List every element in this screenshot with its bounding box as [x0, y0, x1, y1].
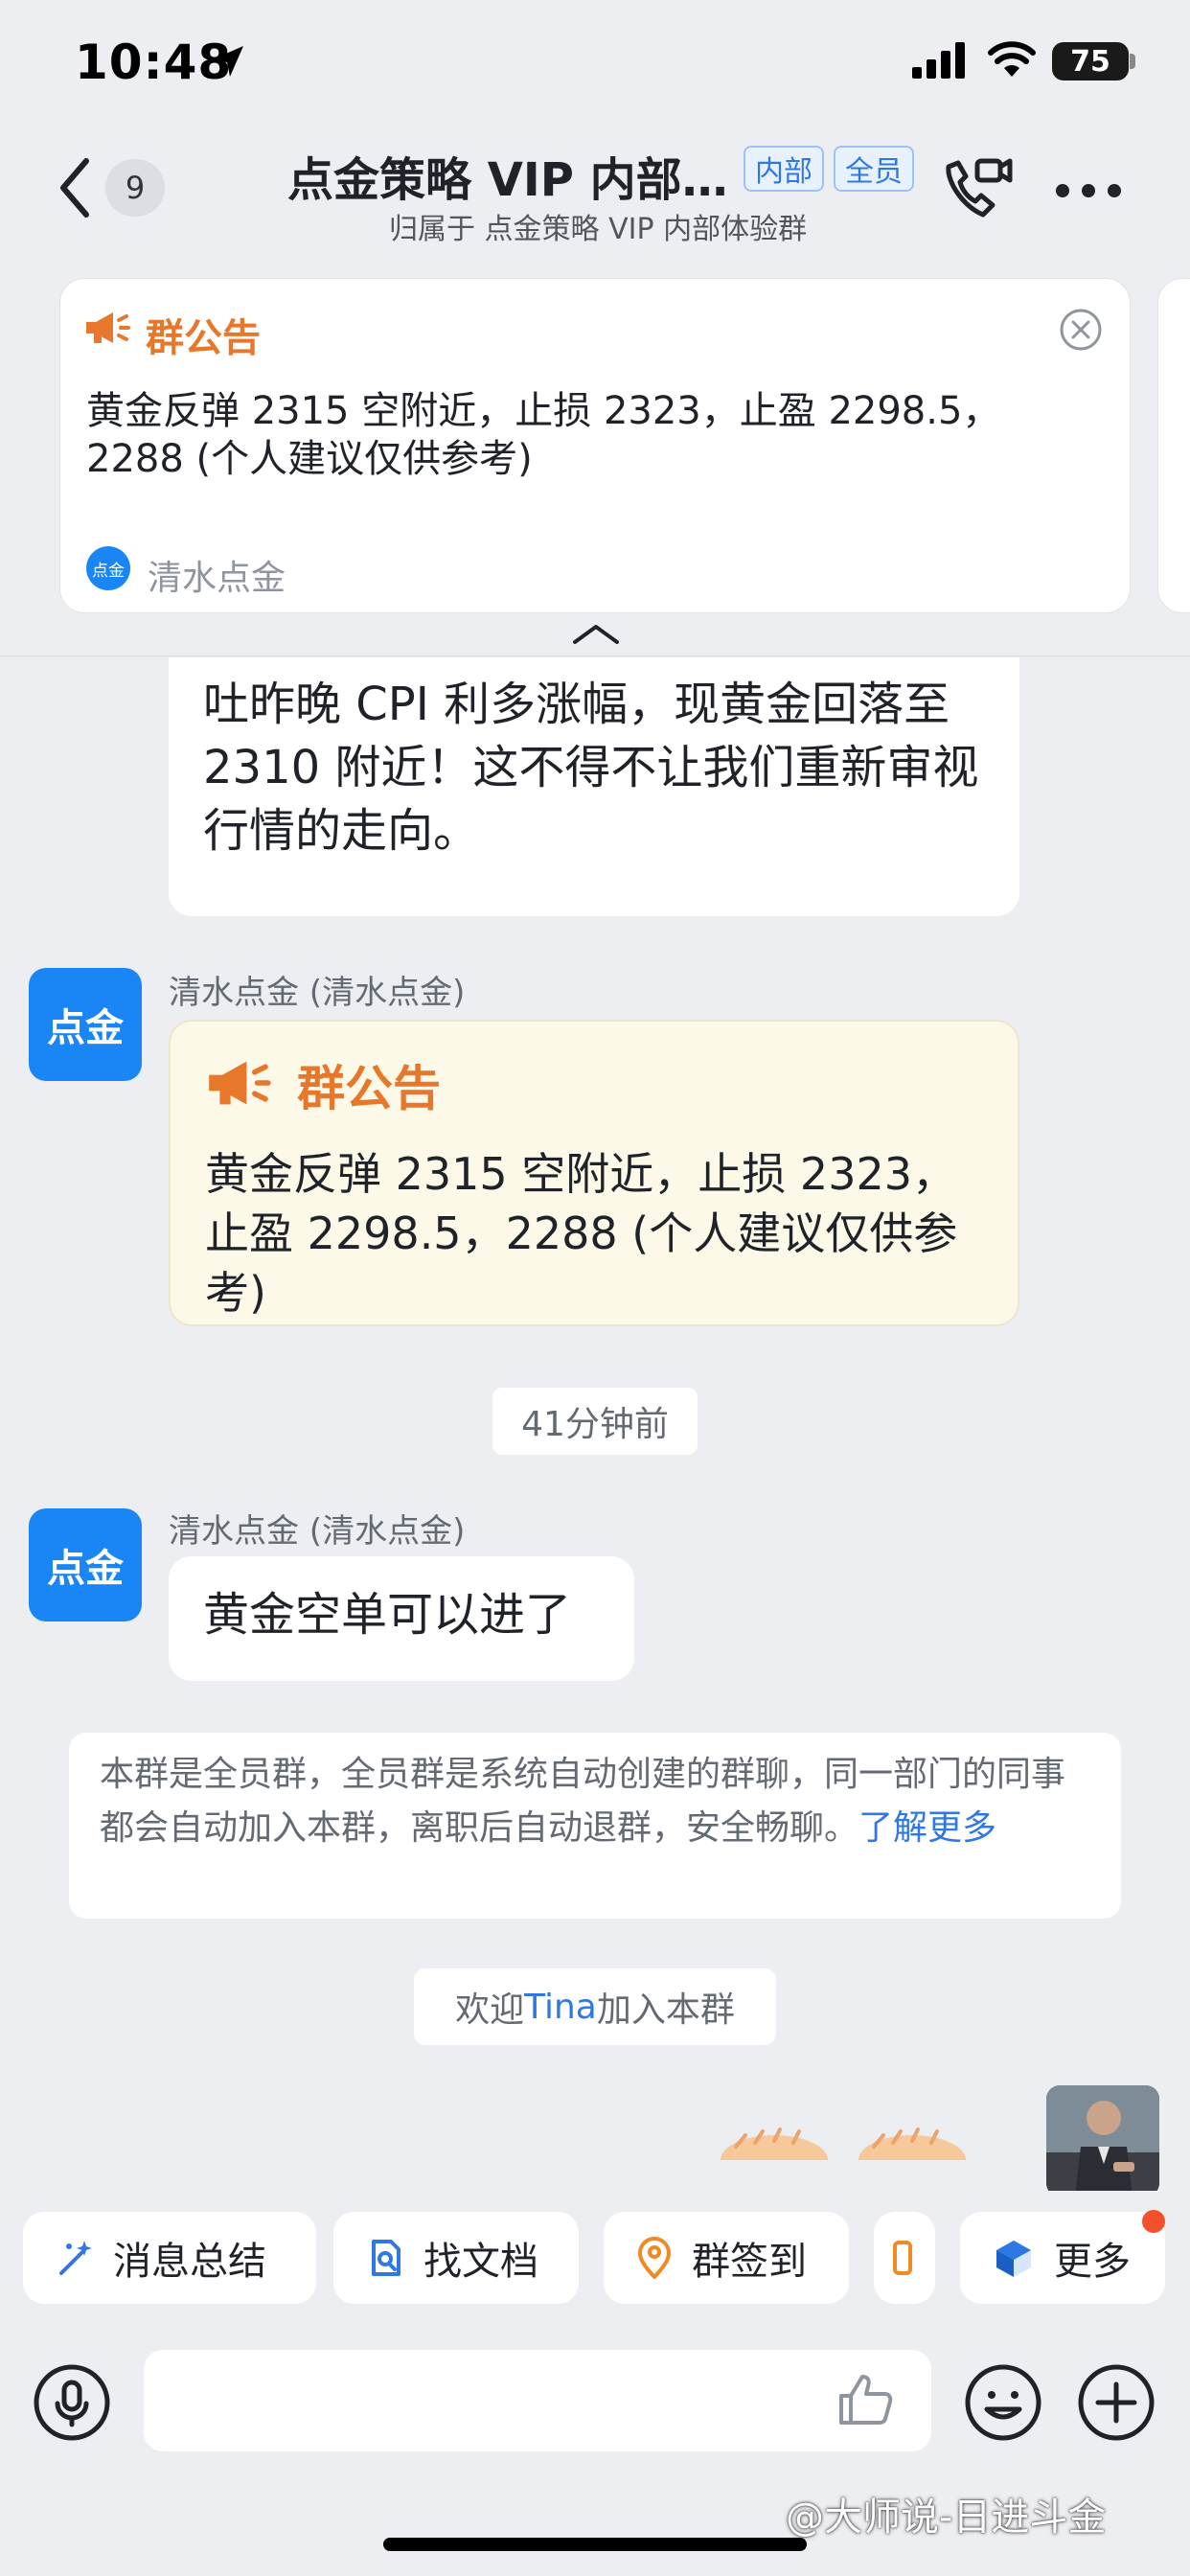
- video-call-icon[interactable]: [939, 153, 1016, 230]
- clapping-hands-icon: [717, 2122, 985, 2185]
- unread-count-badge[interactable]: 9: [105, 159, 165, 217]
- sparkle-icon: [59, 2241, 92, 2275]
- quick-action-more[interactable]: 更多: [960, 2212, 1165, 2304]
- cube-icon: [996, 2241, 1031, 2277]
- doc-search-icon: [372, 2240, 400, 2276]
- pinned-text: 黄金反弹 2315 空附近，止损 2323，止盈 2298.5，2288 (个人…: [86, 389, 1001, 481]
- welcome-prefix: 欢迎: [455, 1990, 525, 2030]
- sender-avatar[interactable]: 点金: [29, 1508, 142, 1622]
- pinned-author-avatar: 点金: [86, 546, 130, 590]
- learn-more-link[interactable]: 了解更多: [858, 1808, 996, 1848]
- user-photo-avatar[interactable]: [1046, 2085, 1159, 2191]
- quick-action-find-docs[interactable]: 找文档: [333, 2212, 579, 2304]
- welcome-user-link[interactable]: Tina: [524, 1988, 597, 2027]
- mic-icon[interactable]: [33, 2363, 111, 2446]
- message-bubble[interactable]: 黄金空单可以进了: [169, 1556, 634, 1681]
- thumbs-up-icon[interactable]: [837, 2373, 895, 2430]
- announcement-title: 群公告: [297, 1061, 441, 1116]
- quick-action-label: 群签到: [692, 2240, 807, 2284]
- plus-icon[interactable]: [1077, 2363, 1156, 2446]
- sender-name: 清水点金 (清水点金): [169, 1512, 466, 1551]
- timestamp-pill: 41分钟前: [492, 1388, 698, 1455]
- more-dots-icon[interactable]: [1054, 182, 1123, 203]
- megaphone-icon: [84, 309, 130, 351]
- quick-action-label: 消息总结: [113, 2240, 266, 2284]
- chat-subtitle[interactable]: 归属于 点金策略 VIP 内部体验群: [389, 205, 807, 247]
- quick-action-label: 更多: [1054, 2240, 1131, 2284]
- message-list[interactable]: 吐昨晚 CPI 利多涨幅，现黄金回落至 2310 附近！这不得不让我们重新审视行…: [0, 657, 1190, 2191]
- signal-icon: [912, 42, 968, 82]
- wifi-icon: [987, 40, 1037, 82]
- announcement-text: 黄金反弹 2315 空附近，止损 2323，止盈 2298.5，2288 (个人…: [205, 1148, 958, 1319]
- pinned-card-next[interactable]: [1157, 278, 1190, 613]
- battery-indicator: 75: [1052, 42, 1129, 80]
- tag-all-members: 全员: [834, 146, 914, 192]
- battery-tip: [1130, 54, 1135, 69]
- quick-action-summary[interactable]: 消息总结: [23, 2212, 316, 2304]
- emoji-icon[interactable]: [964, 2363, 1042, 2446]
- pinned-author: 清水点金: [148, 559, 286, 598]
- partial-action-icon: [893, 2241, 912, 2275]
- message-text: 吐昨晚 CPI 利多涨幅，现黄金回落至 2310 附近！这不得不让我们重新审视行…: [203, 678, 979, 858]
- location-pin-icon: [637, 2237, 672, 2279]
- quick-action-partial[interactable]: [874, 2212, 935, 2304]
- message-input[interactable]: [144, 2350, 931, 2451]
- notification-dot: [1142, 2210, 1165, 2233]
- home-indicator[interactable]: [383, 2538, 807, 2551]
- back-chevron-icon[interactable]: [54, 153, 96, 226]
- quick-action-label: 找文档: [423, 2240, 538, 2284]
- tag-internal: 内部: [744, 146, 824, 192]
- location-arrow-icon: [209, 42, 247, 84]
- message-text: 黄金空单可以进了: [203, 1588, 572, 1642]
- close-circle-icon[interactable]: [1058, 307, 1104, 356]
- sender-name: 清水点金 (清水点金): [169, 974, 466, 1012]
- quick-action-check-in[interactable]: 群签到: [604, 2212, 849, 2304]
- welcome-suffix: 加入本群: [596, 1990, 735, 2030]
- megaphone-icon: [205, 1056, 272, 1114]
- chat-title[interactable]: 点金策略 VIP 内部…: [287, 142, 728, 209]
- collapse-chevron-icon[interactable]: [571, 623, 621, 650]
- sender-avatar[interactable]: 点金: [29, 968, 142, 1081]
- watermark: @大师说-日进斗金: [786, 2496, 1107, 2540]
- welcome-notice: 欢迎 Tina 加入本群: [414, 1968, 776, 2045]
- system-notice: 本群是全员群，全员群是系统自动创建的群聊，同一部门的同事都会自动加入本群，离职后…: [69, 1733, 1121, 1919]
- status-bar: 10:48 75: [0, 0, 1190, 134]
- message-bubble-partial[interactable]: 吐昨晚 CPI 利多涨幅，现黄金回落至 2310 附近！这不得不让我们重新审视行…: [169, 657, 1019, 916]
- pinned-title: 群公告: [146, 316, 261, 360]
